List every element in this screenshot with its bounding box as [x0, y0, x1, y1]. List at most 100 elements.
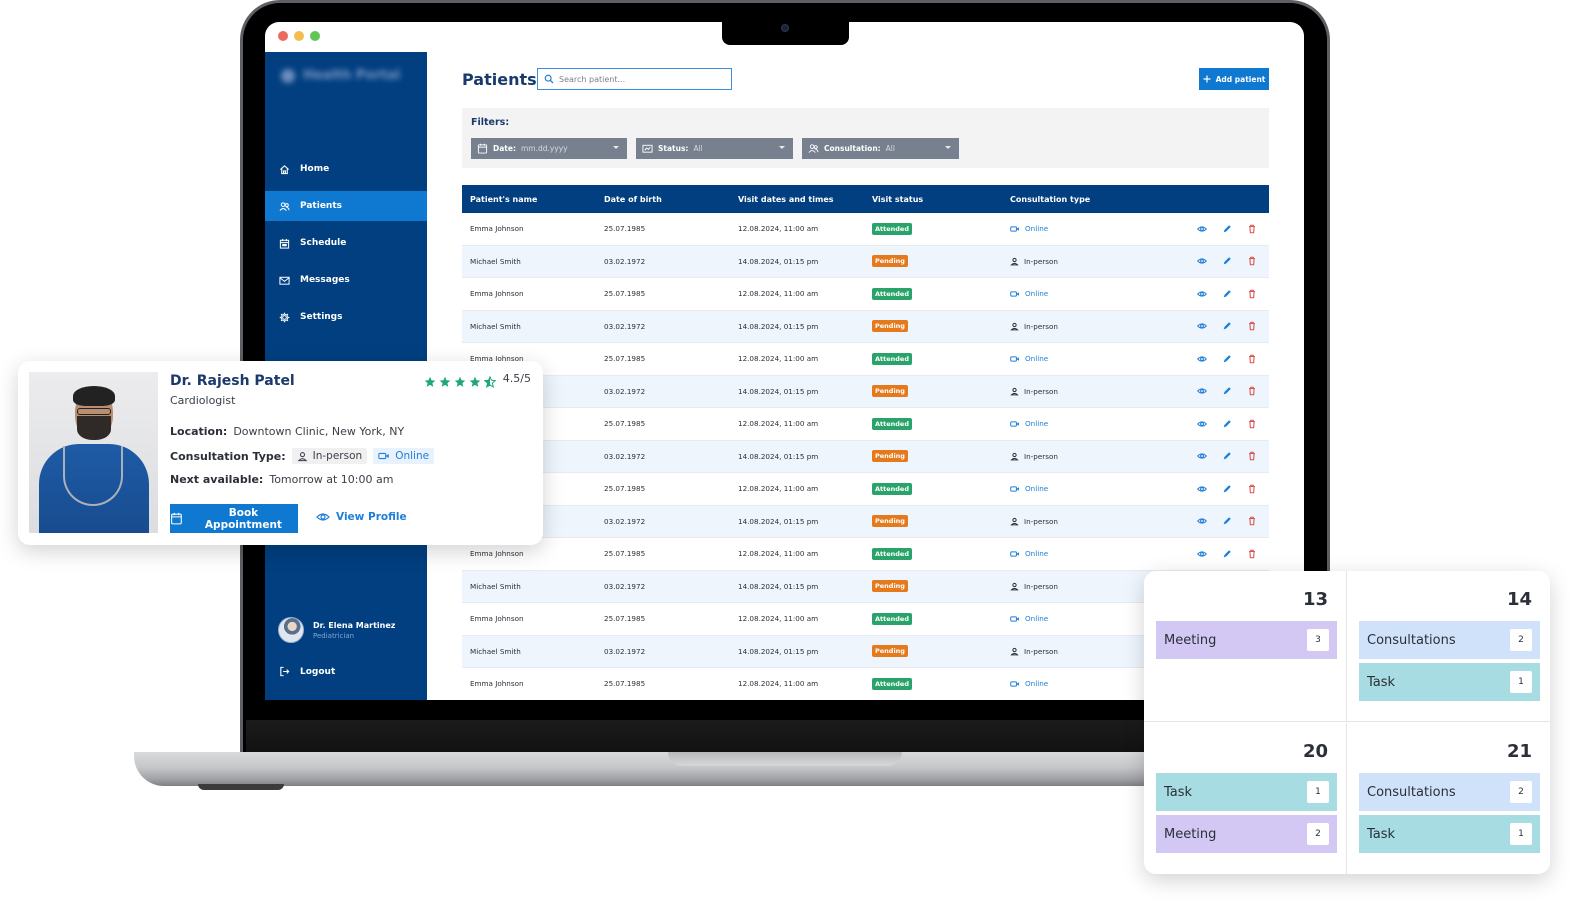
column-header-status[interactable]: Visit status — [864, 195, 998, 204]
doctor-name[interactable]: Dr. Rajesh Patel — [170, 373, 295, 389]
view-icon[interactable] — [1197, 451, 1207, 461]
view-icon[interactable] — [1197, 354, 1207, 364]
visit-datetime: 12.08.2024, 11:00 am — [738, 549, 819, 559]
table-row[interactable]: Michael Smith03.02.197214.08.2024, 01:15… — [462, 245, 1269, 278]
patient-name: Emma Johnson — [470, 289, 524, 299]
status-badge: Pending — [872, 515, 908, 528]
table-row[interactable]: Michael Smith03.02.197214.08.2024, 01:15… — [462, 505, 1269, 538]
delete-icon[interactable] — [1247, 419, 1257, 429]
table-row[interactable]: Michael Smith03.02.197214.08.2024, 01:15… — [462, 310, 1269, 343]
calendar-day[interactable]: 20 Task 1 Meeting 2 — [1144, 723, 1347, 874]
sidebar-item-settings[interactable]: Settings — [265, 302, 427, 332]
table-row[interactable]: Emma Johnson25.07.198512.08.2024, 11:00 … — [462, 213, 1269, 246]
delete-icon[interactable] — [1247, 484, 1257, 494]
date-of-birth: 25.07.1985 — [604, 224, 646, 234]
status-badge: Attended — [872, 222, 912, 235]
edit-icon[interactable] — [1222, 354, 1232, 364]
table-row[interactable]: Emma Johnson25.07.198512.08.2024, 11:00 … — [462, 343, 1269, 376]
calendar-day[interactable]: 14 Consultations 2 Task 1 — [1347, 571, 1550, 722]
edit-icon[interactable] — [1222, 289, 1232, 299]
edit-icon[interactable] — [1222, 419, 1232, 429]
edit-icon[interactable] — [1222, 386, 1232, 396]
search-box[interactable] — [537, 68, 732, 90]
column-header-dob[interactable]: Date of birth — [596, 195, 730, 204]
filter-date-dropdown[interactable]: Date: mm.dd.yyyy — [471, 138, 627, 159]
minimize-window-button[interactable] — [294, 31, 304, 41]
view-icon[interactable] — [1197, 256, 1207, 266]
book-appointment-button[interactable]: Book Appointment — [170, 504, 298, 533]
view-icon[interactable] — [1197, 549, 1207, 559]
delete-icon[interactable] — [1247, 224, 1257, 234]
logout-button[interactable]: Logout — [279, 666, 335, 677]
delete-icon[interactable] — [1247, 354, 1257, 364]
filter-consultation-dropdown[interactable]: Consultation: All — [802, 138, 959, 159]
calendar-event-consultations[interactable]: Consultations 2 — [1359, 773, 1540, 811]
search-input[interactable] — [559, 74, 719, 84]
close-window-button[interactable] — [278, 31, 288, 41]
column-header-consultation[interactable]: Consultation type — [998, 195, 1178, 204]
camera-icon — [781, 24, 789, 32]
maximize-window-button[interactable] — [310, 31, 320, 41]
column-header-visit[interactable]: Visit dates and times — [730, 195, 864, 204]
table-row[interactable]: Emma Johnson25.07.198512.08.2024, 11:00 … — [462, 538, 1269, 571]
location-value: Downtown Clinic, New York, NY — [233, 425, 405, 438]
star-half-icon — [483, 373, 497, 388]
edit-icon[interactable] — [1222, 549, 1232, 559]
delete-icon[interactable] — [1247, 386, 1257, 396]
calendar-day[interactable]: 13 Meeting 3 — [1144, 571, 1347, 722]
view-icon[interactable] — [1197, 321, 1207, 331]
delete-icon[interactable] — [1247, 321, 1257, 331]
edit-icon[interactable] — [1222, 484, 1232, 494]
event-label: Consultations — [1367, 632, 1456, 648]
view-icon[interactable] — [1197, 516, 1207, 526]
table-row[interactable]: Emma Johnson25.07.198512.08.2024, 11:00 … — [462, 473, 1269, 506]
view-icon[interactable] — [1197, 419, 1207, 429]
calendar-event-task[interactable]: Task 1 — [1359, 663, 1540, 701]
calendar-event-task[interactable]: Task 1 — [1359, 815, 1540, 853]
view-icon[interactable] — [1197, 224, 1207, 234]
view-icon[interactable] — [1197, 484, 1207, 494]
table-row[interactable]: Michael Smith03.02.197214.08.2024, 01:15… — [462, 375, 1269, 408]
view-icon[interactable] — [1197, 386, 1207, 396]
edit-icon[interactable] — [1222, 451, 1232, 461]
date-of-birth: 03.02.1972 — [604, 646, 646, 656]
status-badge: Pending — [872, 450, 908, 463]
delete-icon[interactable] — [1247, 256, 1257, 266]
delete-icon[interactable] — [1247, 549, 1257, 559]
add-patient-button[interactable]: Add patient — [1199, 68, 1269, 90]
current-user[interactable]: Dr. Elena Martinez Pediatrician — [278, 617, 395, 643]
edit-icon[interactable] — [1222, 256, 1232, 266]
edit-icon[interactable] — [1222, 224, 1232, 234]
sidebar-item-messages[interactable]: Messages — [265, 265, 427, 295]
gear-icon — [279, 312, 290, 323]
sidebar-item-patients[interactable]: Patients — [265, 191, 427, 221]
view-profile-link[interactable]: View Profile — [316, 511, 407, 523]
calendar-day[interactable]: 21 Consultations 2 Task 1 — [1347, 723, 1550, 874]
edit-icon[interactable] — [1222, 516, 1232, 526]
event-count-badge: 1 — [1510, 823, 1532, 845]
filter-name: Consultation: — [824, 144, 881, 153]
delete-icon[interactable] — [1247, 516, 1257, 526]
calendar-event-meeting[interactable]: Meeting 2 — [1156, 815, 1337, 853]
calendar-event-consultations[interactable]: Consultations 2 — [1359, 621, 1540, 659]
calendar-event-meeting[interactable]: Meeting 3 — [1156, 621, 1337, 659]
edit-icon[interactable] — [1222, 321, 1232, 331]
event-count-badge: 2 — [1307, 823, 1329, 845]
table-row[interactable]: Emma Johnson25.07.198512.08.2024, 11:00 … — [462, 408, 1269, 441]
brand-logo[interactable]: Health Portal — [281, 68, 400, 83]
filter-status-dropdown[interactable]: Status: All — [636, 138, 793, 159]
sidebar-item-home[interactable]: Home — [265, 154, 427, 184]
table-row[interactable]: Michael Smith03.02.197214.08.2024, 01:15… — [462, 440, 1269, 473]
visit-datetime: 12.08.2024, 11:00 am — [738, 224, 819, 234]
person-icon — [297, 451, 308, 461]
column-header-name[interactable]: Patient's name — [462, 195, 596, 204]
consultation-type: In-person — [998, 322, 1178, 331]
table-row[interactable]: Emma Johnson25.07.198512.08.2024, 11:00 … — [462, 278, 1269, 311]
delete-icon[interactable] — [1247, 451, 1257, 461]
calendar-event-task[interactable]: Task 1 — [1156, 773, 1337, 811]
sidebar-item-schedule[interactable]: Schedule — [265, 228, 427, 258]
consultation-type: In-person — [998, 452, 1178, 461]
delete-icon[interactable] — [1247, 289, 1257, 299]
view-icon[interactable] — [1197, 289, 1207, 299]
event-label: Task — [1367, 826, 1396, 842]
